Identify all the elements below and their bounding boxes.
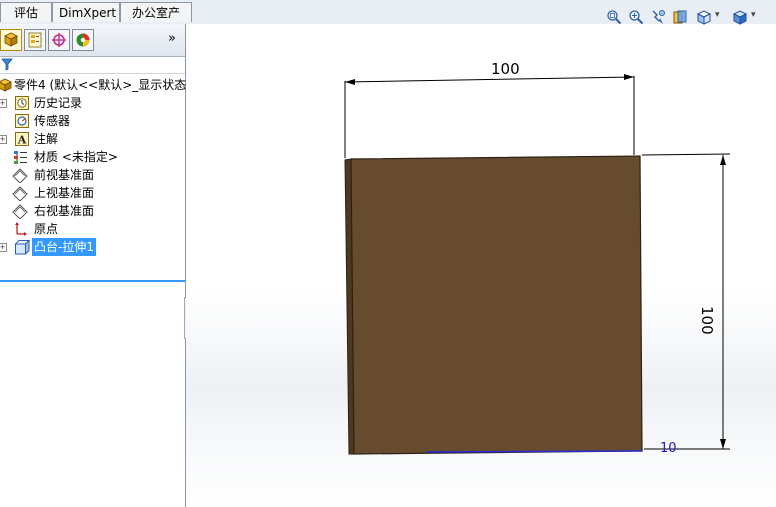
property-manager-tab[interactable] xyxy=(24,29,46,51)
part-front-face[interactable] xyxy=(350,155,643,455)
zoom-to-fit-icon[interactable] xyxy=(606,9,622,25)
annotation-icon: A xyxy=(15,132,29,147)
plane-icon xyxy=(12,186,28,201)
tree-item-label: 前视基准面 xyxy=(34,168,95,182)
previous-view-icon[interactable] xyxy=(650,9,666,25)
tree-item-label: 注解 xyxy=(34,132,59,146)
graphics-area[interactable]: 100 100 10 xyxy=(186,24,776,507)
display-manager-tab[interactable] xyxy=(72,29,94,51)
configuration-manager-icon xyxy=(52,33,66,47)
configuration-manager-tab[interactable] xyxy=(48,29,70,51)
part-icon xyxy=(0,78,12,92)
display-manager-icon xyxy=(76,33,90,47)
feature-manager-pane: » 零件4 (默认<<默认>_显示状态 + 历史记录 传感器 + A 注解 材质… xyxy=(0,24,186,507)
svg-text:A: A xyxy=(17,134,27,147)
filter-icon[interactable] xyxy=(1,58,13,71)
width-dimension-label[interactable]: 100 xyxy=(491,60,520,78)
depth-edge xyxy=(425,450,643,453)
plane-icon xyxy=(12,168,28,183)
feature-manager-icon xyxy=(4,32,18,47)
history-icon xyxy=(15,96,29,110)
tree-item-label: 右视基准面 xyxy=(34,204,95,218)
tab-office-products[interactable]: 办公室产品 xyxy=(120,2,192,40)
view-orientation-dropdown-icon[interactable]: ▾ xyxy=(715,10,720,20)
property-manager-icon xyxy=(28,32,42,48)
tab-evaluate[interactable]: 评估 xyxy=(0,2,52,22)
zoom-to-area-icon[interactable] xyxy=(628,9,644,25)
tree-root-label: 零件4 (默认<<默认>_显示状态 xyxy=(14,78,187,92)
expand-toggle[interactable]: + xyxy=(0,99,7,108)
tree-item-label: 上视基准面 xyxy=(34,186,95,200)
view-orientation-icon[interactable] xyxy=(696,9,712,25)
section-view-icon[interactable] xyxy=(672,9,688,25)
tab-evaluate-label: 评估 xyxy=(13,6,38,20)
sensor-icon xyxy=(15,114,29,128)
material-icon xyxy=(14,151,27,164)
expand-toggle[interactable]: + xyxy=(0,243,7,252)
tree-selection-divider xyxy=(0,280,185,282)
panel-expand-button[interactable]: » xyxy=(168,31,176,46)
heads-up-view-toolbar: ▾ ▾ xyxy=(604,7,774,27)
boss-extrude-icon xyxy=(14,239,30,255)
tree-item-label: 传感器 xyxy=(34,114,71,128)
tree-item-label: 材质 <未指定> xyxy=(34,150,118,164)
feature-manager-tab[interactable] xyxy=(0,29,22,51)
expand-toggle[interactable]: + xyxy=(0,135,7,144)
height-dimension-label[interactable]: 100 xyxy=(698,306,716,335)
filter-bar xyxy=(0,57,185,74)
manager-tab-strip: » xyxy=(0,24,185,57)
depth-dimension-label[interactable]: 10 xyxy=(660,441,677,456)
tree-item-label: 原点 xyxy=(34,222,59,236)
origin-icon xyxy=(15,222,27,236)
tab-dimxpert-label: DimXpert xyxy=(59,6,117,20)
plane-icon xyxy=(12,204,28,219)
display-style-dropdown-icon[interactable]: ▾ xyxy=(751,10,756,20)
model-view[interactable] xyxy=(186,24,776,507)
display-style-icon[interactable] xyxy=(732,9,748,25)
width-dimension[interactable] xyxy=(344,74,635,158)
tree-item-label: 历史记录 xyxy=(34,96,83,110)
tree-item-label: 凸台-拉伸1 xyxy=(32,238,96,256)
tab-dimxpert[interactable]: DimXpert xyxy=(52,2,120,22)
height-dimension[interactable] xyxy=(641,153,731,450)
